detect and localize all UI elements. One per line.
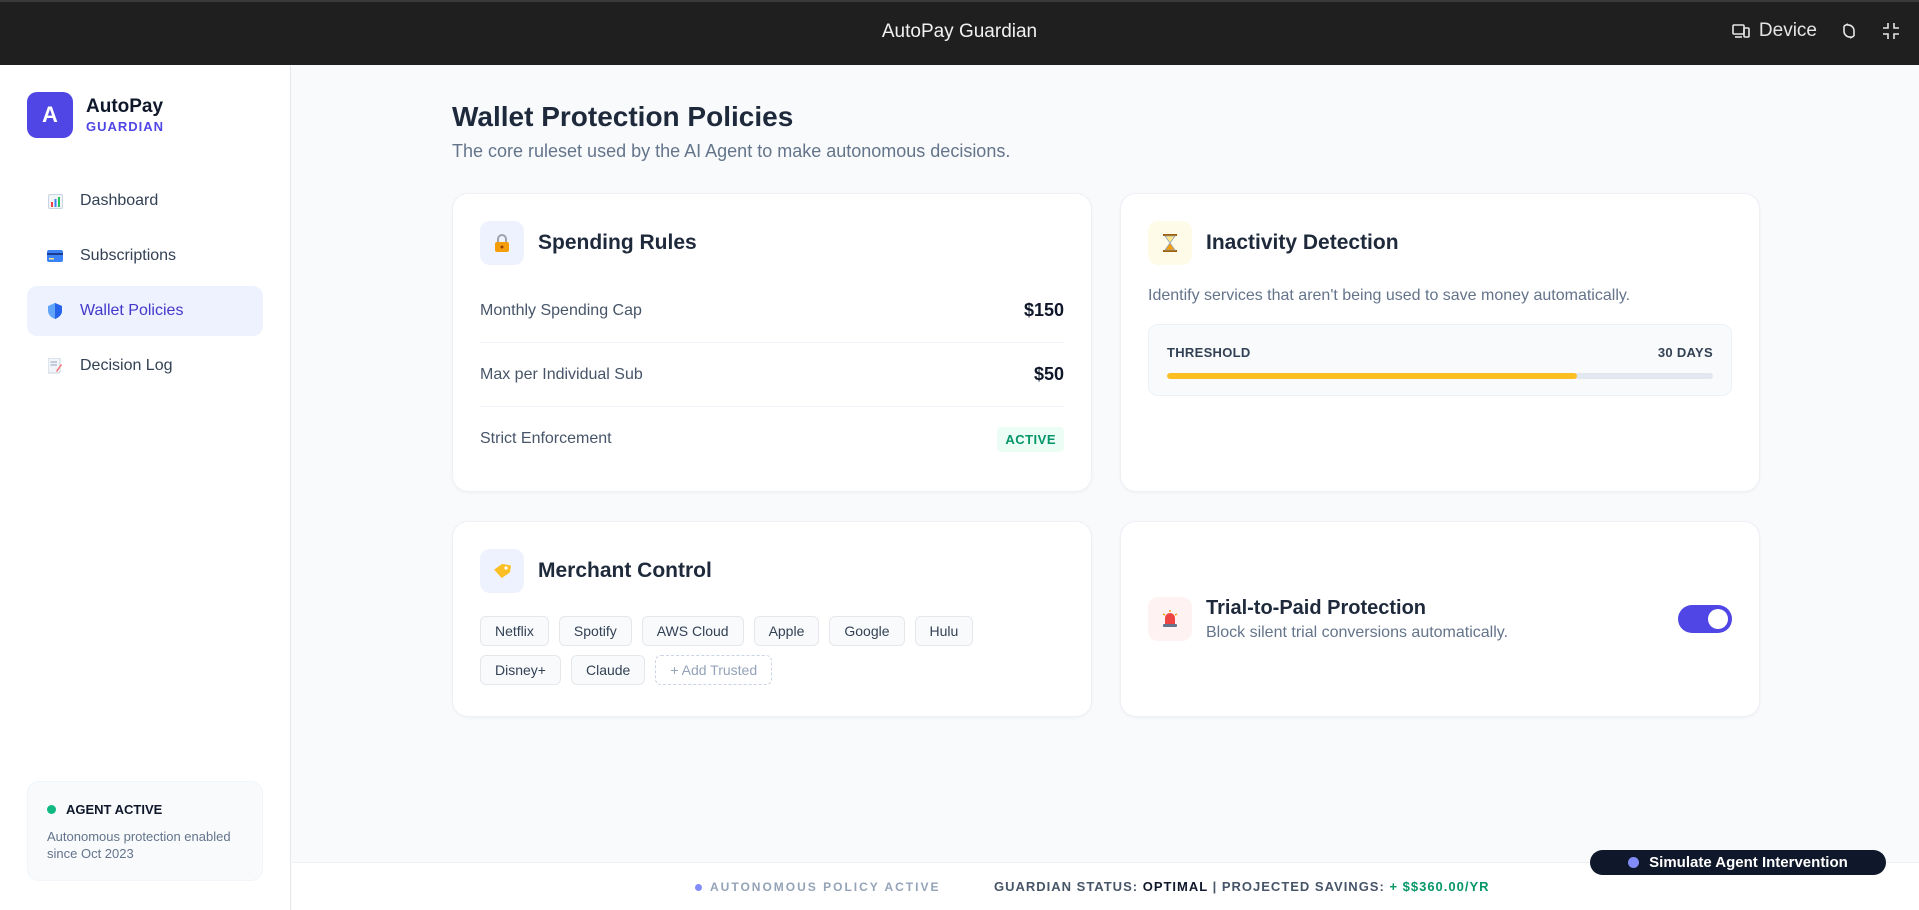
shield-icon bbox=[47, 303, 63, 319]
savings-prefix: PROJECTED SAVINGS: bbox=[1221, 879, 1385, 894]
spending-rules-card: Spending Rules Monthly Spending Cap $150… bbox=[452, 193, 1092, 492]
threshold-slider[interactable] bbox=[1167, 373, 1713, 379]
brand-name: AutoPay bbox=[86, 95, 164, 117]
merchant-chip-aws-cloud[interactable]: AWS Cloud bbox=[641, 616, 744, 646]
siren-icon bbox=[1148, 597, 1192, 641]
tag-icon bbox=[480, 549, 524, 593]
sidebar-item-dashboard[interactable]: Dashboard bbox=[27, 176, 263, 226]
simulate-agent-label: Simulate Agent Intervention bbox=[1649, 854, 1848, 871]
page-subtitle: The core ruleset used by the AI Agent to… bbox=[452, 141, 1011, 161]
rule-row-strict-enforcement[interactable]: Strict Enforcement ACTIVE bbox=[480, 407, 1064, 471]
brand[interactable]: A AutoPay GUARDIAN bbox=[27, 92, 164, 138]
merchant-control-title: Merchant Control bbox=[538, 559, 712, 582]
sidebar-item-label: Subscriptions bbox=[80, 247, 177, 264]
sidebar-item-decision-log[interactable]: Decision Log bbox=[27, 341, 263, 391]
sidebar-item-label: Dashboard bbox=[80, 192, 159, 209]
sidebar-item-subscriptions[interactable]: Subscriptions bbox=[27, 231, 263, 281]
threshold-value: 30 DAYS bbox=[1657, 345, 1713, 360]
trial-protection-toggle[interactable] bbox=[1678, 605, 1732, 633]
trial-protection-title: Trial-to-Paid Protection bbox=[1206, 596, 1427, 619]
merchant-chip-spotify[interactable]: Spotify bbox=[558, 616, 632, 646]
simulate-dot bbox=[1628, 857, 1640, 868]
sidebar-item-wallet-policies[interactable]: Wallet Policies bbox=[27, 286, 263, 336]
inactivity-title: Inactivity Detection bbox=[1206, 231, 1399, 254]
credit-card-icon bbox=[47, 248, 63, 264]
savings-value: + $$360.00/YR bbox=[1389, 879, 1490, 894]
sidebar-nav: Dashboard Subscriptions Wallet Policies … bbox=[27, 176, 263, 396]
merchant-chip-hulu[interactable]: Hulu bbox=[914, 616, 974, 646]
merchant-chip-claude[interactable]: Claude bbox=[570, 655, 646, 685]
rule-label: Monthly Spending Cap bbox=[480, 301, 642, 319]
agent-status-card: AGENT ACTIVE Autonomous protection enabl… bbox=[27, 781, 263, 881]
trial-protection-card: Trial-to-Paid Protection Block silent tr… bbox=[1120, 521, 1760, 717]
page-title: Wallet Protection Policies bbox=[452, 101, 794, 132]
rule-label: Max per Individual Sub bbox=[480, 365, 643, 383]
guardian-status-prefix: GUARDIAN STATUS: bbox=[994, 879, 1139, 894]
rule-row-monthly-cap[interactable]: Monthly Spending Cap $150 bbox=[480, 279, 1064, 343]
inactivity-description: Identify services that aren't being used… bbox=[1148, 287, 1631, 304]
exit-fullscreen-icon[interactable] bbox=[1881, 21, 1901, 41]
rule-value: $150 bbox=[1023, 300, 1064, 320]
simulate-agent-button[interactable]: Simulate Agent Intervention bbox=[1590, 850, 1886, 875]
sidebar: A AutoPay GUARDIAN Dashboard Subscriptio… bbox=[0, 65, 291, 910]
status-separator: | bbox=[1212, 879, 1218, 894]
merchant-chip-apple[interactable]: Apple bbox=[753, 616, 820, 646]
rule-row-max-per-sub[interactable]: Max per Individual Sub $50 bbox=[480, 343, 1064, 407]
trial-protection-subtitle: Block silent trial conversions automatic… bbox=[1206, 623, 1509, 641]
status-dot bbox=[47, 805, 56, 814]
guardian-status-value: OPTIMAL bbox=[1142, 879, 1208, 894]
threshold-label: THRESHOLD bbox=[1167, 345, 1251, 360]
policy-status: AUTONOMOUS POLICY ACTIVE bbox=[695, 880, 940, 894]
merchant-chip-google[interactable]: Google bbox=[829, 616, 905, 646]
add-trusted-button[interactable]: + Add Trusted bbox=[655, 655, 773, 685]
merchant-chips: Netflix Spotify AWS Cloud Apple Google H… bbox=[480, 616, 1000, 685]
policy-status-dot bbox=[695, 883, 702, 891]
bar-chart-icon bbox=[47, 193, 63, 209]
window-title: AutoPay Guardian bbox=[881, 21, 1038, 42]
brand-sub: GUARDIAN bbox=[86, 118, 165, 134]
hourglass-icon bbox=[1148, 221, 1192, 265]
status-badge: ACTIVE bbox=[997, 426, 1064, 452]
toggle-knob bbox=[1708, 609, 1728, 629]
window-controls: Device bbox=[1731, 20, 1901, 42]
rule-label: Strict Enforcement bbox=[480, 430, 612, 447]
merchant-control-card: Merchant Control Netflix Spotify AWS Clo… bbox=[452, 521, 1092, 717]
lock-icon bbox=[480, 221, 524, 265]
guardian-status: GUARDIAN STATUS: OPTIMAL | PROJECTED SAV… bbox=[994, 879, 1490, 894]
threshold-box[interactable]: THRESHOLD 30 DAYS bbox=[1148, 324, 1732, 396]
device-label: Device bbox=[1758, 20, 1817, 41]
device-icon bbox=[1731, 21, 1751, 41]
merchant-chip-netflix[interactable]: Netflix bbox=[480, 616, 549, 646]
brand-logo: A bbox=[27, 92, 73, 138]
merchant-chip-disney-plus[interactable]: Disney+ bbox=[480, 655, 561, 685]
memo-icon bbox=[47, 358, 63, 374]
threshold-slider-fill bbox=[1167, 373, 1577, 379]
main-content: Wallet Protection Policies The core rule… bbox=[292, 65, 1919, 910]
agent-status-description: Autonomous protection enabled since Oct … bbox=[47, 829, 231, 861]
sidebar-item-label: Wallet Policies bbox=[80, 302, 184, 319]
device-button[interactable]: Device bbox=[1731, 20, 1817, 42]
policy-status-label: AUTONOMOUS POLICY ACTIVE bbox=[710, 880, 941, 894]
sidebar-item-label: Decision Log bbox=[80, 357, 173, 374]
window-titlebar: AutoPay Guardian Device bbox=[0, 0, 1919, 65]
agent-status-label: AGENT ACTIVE bbox=[66, 802, 163, 817]
inactivity-detection-card: Inactivity Detection Identify services t… bbox=[1120, 193, 1760, 492]
rule-value: $50 bbox=[1033, 364, 1064, 384]
spending-rules-title: Spending Rules bbox=[538, 231, 697, 254]
rotate-icon[interactable] bbox=[1839, 21, 1859, 41]
